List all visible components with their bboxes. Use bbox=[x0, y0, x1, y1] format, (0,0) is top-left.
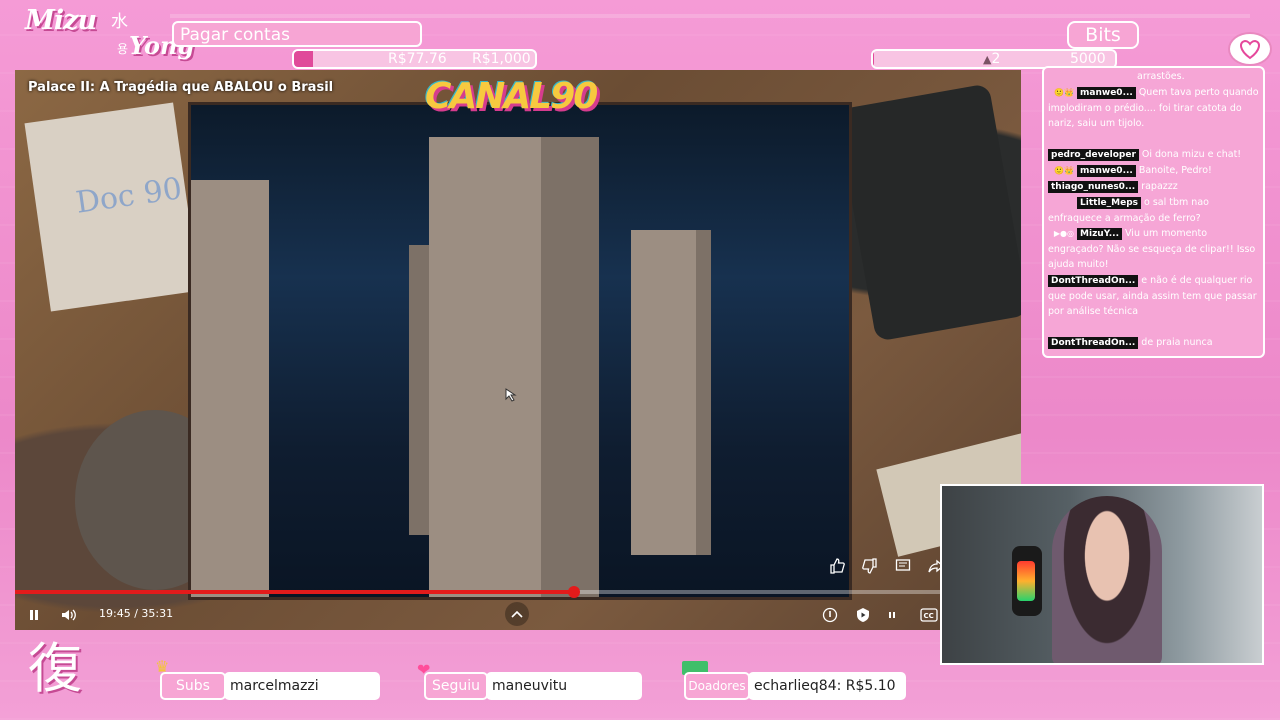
info-icon[interactable] bbox=[819, 604, 841, 626]
video-progress-fill bbox=[15, 590, 575, 594]
video-title[interactable]: Palace II: A Tragédia que ABALOU o Brasi… bbox=[28, 80, 333, 95]
paper-note: Doc 90 bbox=[24, 102, 200, 312]
video-time: 19:45 / 35:31 bbox=[99, 607, 174, 620]
chat-message: arrastões. bbox=[1048, 69, 1261, 85]
subs-value: marcelmazzi bbox=[224, 672, 380, 700]
chat-username[interactable]: Little_Meps bbox=[1077, 197, 1142, 209]
chat-message: 🙂👑 manwe0... Banoite, Pedro! bbox=[1048, 163, 1261, 179]
topbar-divider bbox=[170, 14, 1250, 18]
video-controls: 19:45 / 35:31 CC bbox=[15, 598, 1021, 630]
chat-username[interactable]: thiago_nunes0... bbox=[1048, 181, 1139, 193]
pillar-left bbox=[191, 180, 269, 597]
canal90-logo: CANAL90 bbox=[425, 76, 598, 117]
chat-text: Banoite, Pedro! bbox=[1138, 165, 1212, 176]
follow-label: Seguiu bbox=[424, 672, 488, 700]
microphone-rgb-light bbox=[1017, 561, 1035, 601]
mouse-cursor-icon bbox=[505, 388, 517, 402]
logo-text-mizu: Mizu bbox=[25, 5, 97, 36]
logo-kanji: 水 bbox=[111, 12, 128, 32]
heart-chat-icon bbox=[1228, 32, 1272, 66]
captions-icon[interactable]: CC bbox=[918, 604, 940, 626]
autoplay-icon[interactable] bbox=[852, 604, 874, 626]
video-actions bbox=[825, 554, 948, 578]
video-progress-bar[interactable] bbox=[15, 586, 1021, 598]
miniplayer-pause-icon[interactable] bbox=[881, 604, 903, 626]
dislike-icon[interactable] bbox=[858, 554, 882, 578]
like-icon[interactable] bbox=[825, 554, 849, 578]
chat-message: DontThreadOn... de praia nunca bbox=[1048, 335, 1261, 351]
paper-note-text: Doc 90 bbox=[73, 171, 185, 221]
goal-progress-fill bbox=[294, 51, 313, 67]
follow-value: maneuvitu bbox=[486, 672, 642, 700]
chat-message: Little_Meps o sal tbm nao enfraquece a ar… bbox=[1048, 195, 1261, 226]
bits-current: ▲2 bbox=[983, 51, 1001, 67]
logo-hangul: 용 bbox=[117, 42, 129, 56]
chat-username[interactable]: MizuY... bbox=[1077, 228, 1123, 240]
webcam-feed bbox=[940, 484, 1264, 665]
goal-progress-bar: R$77.76 R$1,000 bbox=[292, 49, 537, 69]
chat-username[interactable]: DontThreadOn... bbox=[1048, 275, 1139, 287]
video-player[interactable]: Doc 90 CANAL90 Palace II: A Tragédia que… bbox=[15, 70, 1021, 630]
bits-current-value: 2 bbox=[991, 51, 1001, 67]
svg-text:CC: CC bbox=[924, 612, 934, 620]
chat-badges: ▶●◎ bbox=[1053, 229, 1074, 238]
chat-message: ▶●◎ MizuY... Viu um momento engraçado? Nã… bbox=[1048, 226, 1261, 273]
bits-progress-fill bbox=[873, 51, 875, 67]
chat-username[interactable]: pedro_developer bbox=[1048, 149, 1139, 161]
chat-message: 🙂👑 manwe0... Quem tava perto quando implo… bbox=[1048, 85, 1261, 132]
goal-max: R$1,000 bbox=[472, 51, 531, 67]
comment-icon[interactable] bbox=[891, 554, 915, 578]
chat-badges: 🙂👑 bbox=[1054, 88, 1074, 97]
chat-text: Oi dona mizu e chat! bbox=[1141, 149, 1242, 160]
pause-icon[interactable] bbox=[23, 604, 45, 626]
chat-username[interactable]: manwe0... bbox=[1077, 87, 1136, 99]
chat-message: thiago_nunes0... rapazzz bbox=[1048, 179, 1261, 195]
chat-panel[interactable]: arrastões. 🙂👑 manwe0... Quem tava perto q… bbox=[1042, 66, 1265, 358]
pillar-right-side bbox=[696, 230, 711, 555]
volume-icon[interactable] bbox=[58, 604, 80, 626]
chat-text: arrastões. bbox=[1137, 71, 1185, 82]
goal-title: Pagar contas bbox=[172, 21, 422, 47]
chat-username[interactable]: DontThreadOn... bbox=[1048, 337, 1139, 349]
chat-message: DontThreadOn... e não é de qualquer rio q… bbox=[1048, 273, 1261, 320]
chat-username[interactable]: manwe0... bbox=[1077, 165, 1136, 177]
donors-label: Doadores bbox=[684, 672, 750, 700]
bits-max: 5000 bbox=[1070, 51, 1106, 67]
subs-label: Subs bbox=[160, 672, 226, 700]
pillar-center-side bbox=[541, 137, 599, 597]
fu-kanji-logo: 復 bbox=[28, 637, 82, 700]
streamer-image bbox=[1052, 496, 1162, 663]
goal-current: R$77.76 bbox=[388, 51, 447, 67]
chevron-up-icon[interactable] bbox=[505, 602, 529, 626]
chat-badges: 🙂👑 bbox=[1054, 166, 1074, 175]
donors-value: echarlieq84: R$5.10 bbox=[748, 672, 906, 700]
bits-label: Bits bbox=[1067, 21, 1139, 49]
video-frame bbox=[188, 102, 852, 600]
chat-text: rapazzz bbox=[1141, 181, 1178, 192]
channel-logo: Mizu 水 용 Yong bbox=[25, 5, 194, 65]
chat-message: pedro_developer Oi dona mizu e chat! bbox=[1048, 147, 1261, 163]
chat-text: de praia nunca bbox=[1141, 337, 1213, 348]
